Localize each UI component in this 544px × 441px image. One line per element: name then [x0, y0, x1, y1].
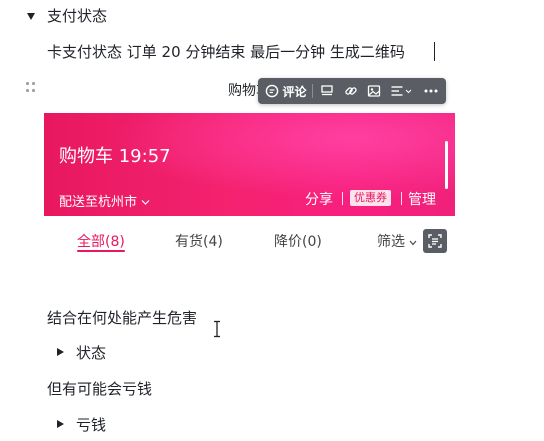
share-label: 分享	[305, 192, 333, 208]
expand-toggle-icon[interactable]	[57, 420, 64, 428]
toolbar-divider	[312, 84, 313, 98]
tab-price-drop: 降价(0)	[274, 234, 322, 250]
caption-button[interactable]	[316, 78, 338, 104]
coupon-badge: 优惠券	[350, 190, 391, 206]
text-cursor-icon	[214, 320, 220, 338]
paragraph-harm[interactable]: 结合在何处能产生危害	[47, 308, 197, 328]
cart-title: 购物车 19:57	[59, 146, 171, 167]
tab-active-indicator	[77, 250, 125, 252]
divider	[342, 192, 343, 205]
more-button[interactable]	[418, 78, 444, 104]
ocr-scan-button[interactable]	[423, 229, 447, 253]
caption-icon	[321, 85, 333, 96]
more-icon	[424, 89, 438, 93]
filter-tab: 筛选	[377, 231, 417, 251]
chevron-down-icon	[410, 240, 417, 246]
align-button[interactable]	[387, 78, 415, 104]
link-button[interactable]	[340, 78, 362, 104]
text-line-payment[interactable]: 卡支付状态 订单 20 分钟结束 最后一分钟 生成二维码	[47, 42, 405, 62]
image-scrollbar	[445, 141, 448, 189]
expand-toggle-icon[interactable]	[57, 348, 64, 356]
image-toolbar: 评论	[258, 78, 446, 104]
bullet-loss[interactable]: 亏钱	[76, 415, 106, 435]
drag-handle-icon[interactable]	[26, 82, 36, 94]
comment-label: 评论	[282, 84, 307, 99]
comment-icon	[266, 84, 279, 98]
heading-payment-status: 支付状态	[47, 7, 108, 25]
align-icon	[391, 86, 403, 96]
comment-button[interactable]: 评论	[262, 78, 310, 104]
tab-in-stock: 有货(4)	[175, 234, 223, 250]
scan-text-icon	[428, 234, 442, 248]
manage-label: 管理	[408, 192, 436, 208]
text-caret	[434, 42, 435, 61]
image-icon	[367, 85, 381, 97]
deliver-label: 配送至杭州市	[59, 195, 138, 210]
paragraph-loss[interactable]: 但有可能会亏钱	[47, 379, 152, 399]
tab-all: 全部(8)	[77, 234, 125, 250]
chevron-down-icon	[405, 89, 412, 93]
cart-banner-image[interactable]: 购物车 19:57 配送至杭州市 分享 优惠券 管理	[44, 113, 455, 216]
filter-label: 筛选	[377, 234, 405, 250]
image-button[interactable]	[363, 78, 385, 104]
deliver-location: 配送至杭州市	[59, 191, 150, 210]
divider	[401, 192, 402, 205]
bullet-status[interactable]: 状态	[76, 343, 106, 363]
collapse-toggle-icon[interactable]	[27, 13, 35, 20]
link-icon	[345, 87, 357, 95]
chevron-down-icon	[141, 200, 150, 205]
